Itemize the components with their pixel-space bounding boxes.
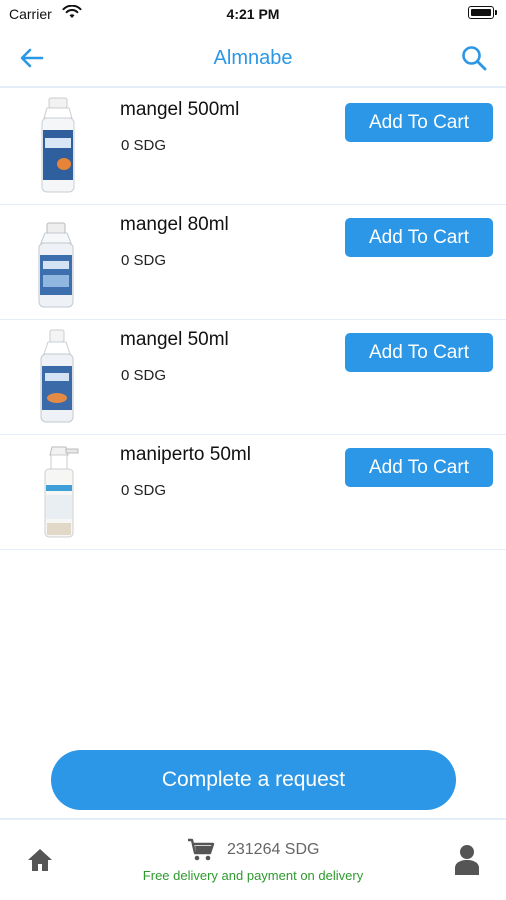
product-name: mangel 500ml: [120, 99, 240, 120]
cart-icon: [187, 838, 214, 861]
product-row: mangel 500ml 0 SDG Add To Cart: [0, 90, 506, 205]
bottom-bar: 231264 SDG Free delivery and payment on …: [0, 818, 506, 900]
product-price: 0 SDG: [121, 482, 167, 499]
product-name: maniperto 50ml: [120, 444, 251, 465]
product-price: 0 SDG: [121, 252, 167, 269]
product-price: 0 SDG: [121, 137, 167, 154]
add-to-cart-button[interactable]: Add To Cart: [345, 103, 493, 142]
product-list: mangel 500ml 0 SDG Add To Cart mangel 80…: [0, 90, 506, 550]
add-to-cart-button[interactable]: Add To Cart: [345, 448, 493, 487]
cart-total: 231264 SDG: [226, 841, 320, 858]
product-name: mangel 80ml: [120, 214, 229, 235]
battery-icon: [468, 6, 497, 19]
add-to-cart-button[interactable]: Add To Cart: [345, 218, 493, 257]
user-icon[interactable]: [454, 844, 480, 876]
nav-bar: Almnabe: [0, 28, 506, 88]
product-image: [40, 329, 74, 423]
cart-summary[interactable]: 231264 SDG: [0, 838, 506, 862]
page-title: Almnabe: [213, 47, 293, 69]
status-bar: Carrier 4:21 PM: [0, 0, 506, 28]
search-icon[interactable]: [460, 44, 488, 72]
product-price: 0 SDG: [121, 367, 167, 384]
product-image: [41, 97, 75, 193]
clock: 4:21 PM: [226, 6, 280, 22]
product-row: mangel 80ml 0 SDG Add To Cart: [0, 205, 506, 320]
product-name: mangel 50ml: [120, 329, 229, 350]
complete-request-button[interactable]: Complete a request: [51, 750, 456, 810]
product-row: mangel 50ml 0 SDG Add To Cart: [0, 320, 506, 435]
product-row: maniperto 50ml 0 SDG Add To Cart: [0, 435, 506, 550]
product-image: [44, 446, 79, 538]
delivery-note: Free delivery and payment on delivery: [142, 868, 364, 883]
add-to-cart-button[interactable]: Add To Cart: [345, 333, 493, 372]
product-image: [38, 222, 74, 308]
